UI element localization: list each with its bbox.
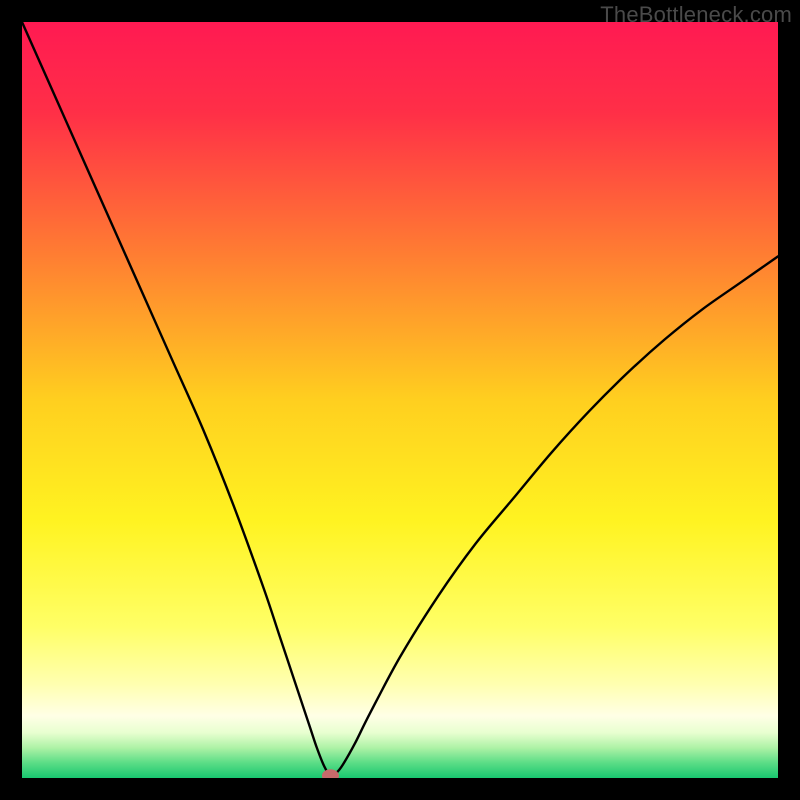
gradient-background [22, 22, 778, 778]
chart-plot-area [22, 22, 778, 778]
chart-frame: TheBottleneck.com [0, 0, 800, 800]
watermark-text: TheBottleneck.com [600, 2, 792, 28]
chart-svg [22, 22, 778, 778]
